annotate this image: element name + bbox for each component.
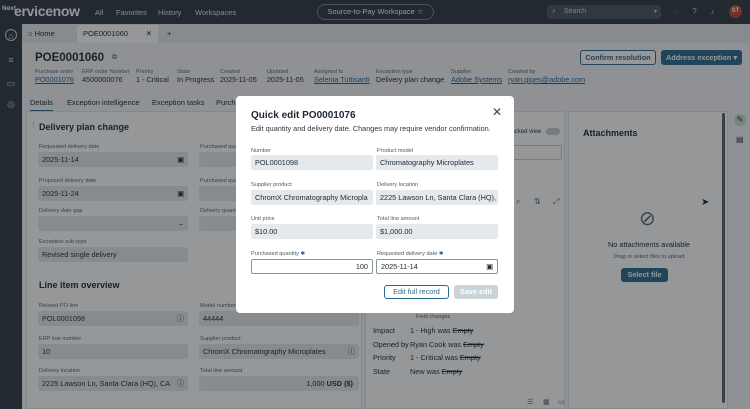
requested-delivery-date-label: Requested delivery date ✱ <box>377 251 444 257</box>
calendar-icon[interactable]: ▣ <box>486 260 493 273</box>
number-label: Number <box>251 148 271 154</box>
purchased-quantity-input[interactable]: 100 <box>251 259 373 274</box>
modal-subtitle: Edit quantity and delivery date. Changes… <box>251 124 491 133</box>
save-edit-button[interactable]: Save edit <box>454 285 498 299</box>
total-line-amount-label: Total line amount <box>377 216 420 222</box>
modal-title: Quick edit PO0001076 <box>251 110 356 121</box>
label-text: Requested delivery date <box>377 251 438 257</box>
unit-price-field[interactable]: $10.00 <box>251 224 373 239</box>
purchased-quantity-label: Purchased quantity ✱ <box>251 251 305 257</box>
label-text: Purchased quantity <box>251 251 299 257</box>
close-icon[interactable]: ✕ <box>492 105 502 119</box>
supplier-product-field[interactable]: ChromX Chromatography Micropla <box>251 190 373 205</box>
requested-delivery-date-input[interactable]: 2025-11-14 ▣ <box>376 259 498 274</box>
quick-edit-modal: Quick edit PO0001076 ✕ Edit quantity and… <box>236 96 514 313</box>
supplier-product-label: Supplier product <box>251 182 292 188</box>
number-field[interactable]: POL0001098 <box>251 155 373 170</box>
delivery-location-label: Delivery location <box>377 182 419 188</box>
unit-price-label: Unit price <box>251 216 275 222</box>
delivery-location-field[interactable]: 2225 Lawson Ln, Santa Clara (HQ), <box>376 190 498 205</box>
required-indicator: ✱ <box>300 251 306 257</box>
product-model-label: Product model <box>377 148 414 154</box>
value: 2025-11-14 <box>381 262 418 271</box>
total-line-amount-field[interactable]: $1,000.00 <box>376 224 498 239</box>
product-model-field[interactable]: Chromatography Microplates <box>376 155 498 170</box>
edit-full-record-button[interactable]: Edit full record <box>384 285 449 299</box>
required-indicator: ✱ <box>438 251 444 257</box>
